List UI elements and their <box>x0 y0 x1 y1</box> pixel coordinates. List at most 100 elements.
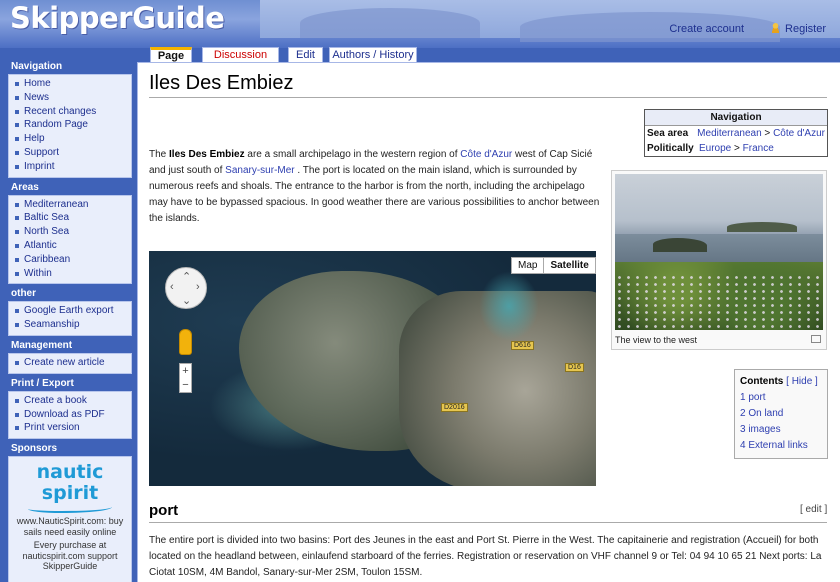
portlet-other: other Google Earth export Seamanship <box>8 284 132 336</box>
cote-dazur-link[interactable]: Côte d'Azur <box>773 128 825 139</box>
infobox-label: Sea area <box>647 128 689 139</box>
mediterranean-link[interactable]: Mediterranean <box>697 128 761 139</box>
thumb-caption: The view to the west <box>615 335 823 345</box>
toc-item-images[interactable]: 3 images <box>740 424 781 435</box>
sidebar-item-google-earth-export[interactable]: Google Earth export <box>15 304 131 318</box>
pan-down-icon[interactable]: ⌄ <box>182 294 191 307</box>
intro-paragraph: The Iles Des Embiez are a small archipel… <box>149 147 604 227</box>
portlet-management: Management Create new article <box>8 336 132 374</box>
infobox-label: Politically <box>647 143 694 154</box>
toc-header: Contents [ Hide ] <box>740 374 822 390</box>
france-link[interactable]: France <box>743 143 774 154</box>
sponsor-logo-swoosh <box>28 503 112 514</box>
sidebar-item-news[interactable]: News <box>15 91 131 105</box>
sidebar-item-imprint[interactable]: Imprint <box>15 160 131 174</box>
site-logo[interactable]: SkipperGuide <box>10 1 225 35</box>
road-label: D2016 <box>441 403 468 412</box>
europe-link[interactable]: Europe <box>699 143 731 154</box>
zoom-control: + − <box>179 363 192 393</box>
sidebar-item-download-pdf[interactable]: Download as PDF <box>15 408 131 422</box>
map-type-satellite-button[interactable]: Satellite <box>543 258 594 273</box>
map-type-control: Map Satellite <box>511 257 596 274</box>
sidebar-item-baltic-sea[interactable]: Baltic Sea <box>15 211 131 225</box>
header-hill <box>300 8 480 38</box>
tab-history[interactable]: Authors / History <box>329 47 417 63</box>
sidebar-item-home[interactable]: Home <box>15 77 131 91</box>
register-link[interactable]: Register <box>770 22 826 35</box>
cote-dazur-text-link[interactable]: Côte d'Azur <box>460 149 512 160</box>
sponsor-note: Every purchase at nauticspirit.com suppo… <box>22 540 118 572</box>
sidebar-item-print-version[interactable]: Print version <box>15 421 131 435</box>
sidebar-item-mediterranean[interactable]: Mediterranean <box>15 198 131 212</box>
sidebar-item-create-book[interactable]: Create a book <box>15 394 131 408</box>
create-account-link[interactable]: Create account <box>669 23 744 35</box>
port-paragraph: The entire port is divided into two basi… <box>149 535 822 578</box>
road-label: D16 <box>565 363 584 372</box>
tab-page[interactable]: Page <box>150 47 192 63</box>
sidebar-item-seamanship[interactable]: Seamanship <box>15 318 131 332</box>
portlet-title: Management <box>11 339 73 351</box>
page-title: Iles Des Embiez <box>149 72 294 94</box>
portlet-navigation: Navigation Home News Recent changes Rand… <box>8 57 132 178</box>
sidebar-item-recent-changes[interactable]: Recent changes <box>15 105 131 119</box>
user-icon <box>770 22 782 33</box>
section-heading-port: port <box>149 502 179 519</box>
sidebar-item-caribbean[interactable]: Caribbean <box>15 253 131 267</box>
table-of-contents: Contents [ Hide ] 1 port 2 On land 3 ima… <box>734 369 828 459</box>
title-divider <box>149 97 827 98</box>
caption-text: The view to the west <box>615 335 698 345</box>
toc-item-on-land[interactable]: 2 On land <box>740 408 783 419</box>
sponsor-logo-text: spirit <box>41 482 99 505</box>
tab-edit[interactable]: Edit <box>288 47 323 63</box>
sidebar-item-north-sea[interactable]: North Sea <box>15 225 131 239</box>
photo-island <box>653 238 707 252</box>
portlet-sponsors: Sponsors nautic spirit www.NauticSpirit.… <box>8 439 132 582</box>
infobox-header: Navigation <box>645 110 827 126</box>
zoom-out-button[interactable]: − <box>180 378 191 392</box>
photo-flowers <box>615 274 823 330</box>
enlarge-icon[interactable] <box>811 335 821 343</box>
sidebar-item-support[interactable]: Support <box>15 146 131 160</box>
portlet-title: other <box>11 288 36 300</box>
toc-item-port[interactable]: 1 port <box>740 392 766 403</box>
toc-item-external-links[interactable]: 4 External links <box>740 440 808 451</box>
sidebar: Navigation Home News Recent changes Rand… <box>0 48 136 582</box>
bracket: ] <box>812 376 818 387</box>
toc-hide-link[interactable]: Hide <box>792 376 813 387</box>
sanary-link[interactable]: Sanary-sur-Mer <box>225 165 294 176</box>
breadcrumb-separator: > <box>761 128 774 139</box>
user-links: Create account Register <box>669 22 826 35</box>
satellite-map[interactable]: Map Satellite ⌃ ⌄ ‹ › + − D616 D16 D2016 <box>149 251 596 486</box>
pan-up-icon[interactable]: ⌃ <box>182 270 191 283</box>
sidebar-item-help[interactable]: Help <box>15 132 131 146</box>
pan-left-icon[interactable]: ‹ <box>170 281 174 293</box>
breadcrumb-separator: > <box>731 143 743 154</box>
sponsor-banner[interactable]: nautic spirit www.NauticSpirit.com: buy … <box>8 456 132 582</box>
pan-control[interactable]: ⌃ ⌄ ‹ › <box>165 267 207 309</box>
section-edit-link[interactable]: [ edit ] <box>800 504 827 515</box>
text-span: are a small archipelago in the western r… <box>244 149 461 160</box>
portlet-title: Navigation <box>11 61 63 72</box>
map-type-map-button[interactable]: Map <box>512 258 543 273</box>
tab-discussion[interactable]: Discussion <box>202 47 279 63</box>
portlet-print: Print / Export Create a book Download as… <box>8 374 132 440</box>
sidebar-item-random-page[interactable]: Random Page <box>15 118 131 132</box>
content-area: Iles Des Embiez Navigation Sea area Medi… <box>137 62 840 582</box>
sidebar-item-atlantic[interactable]: Atlantic <box>15 239 131 253</box>
pan-right-icon[interactable]: › <box>196 281 200 293</box>
bracket: [ <box>783 376 792 387</box>
photo-island <box>727 222 797 232</box>
sidebar-item-create-article[interactable]: Create new article <box>15 356 131 370</box>
portlet-title: Sponsors <box>11 443 58 455</box>
coast-photo[interactable] <box>615 174 823 330</box>
text-span: The <box>149 149 170 160</box>
sidebar-item-within[interactable]: Within <box>15 267 131 281</box>
portlet-title: Areas <box>11 181 39 193</box>
street-view-pegman-icon[interactable] <box>179 329 192 355</box>
zoom-in-button[interactable]: + <box>180 364 191 378</box>
site-header: SkipperGuide Create account Register <box>0 0 840 48</box>
photo-thumbnail: The view to the west <box>611 170 827 350</box>
bold-term: Iles Des Embiez <box>169 149 245 160</box>
sponsor-logo-text: nautic <box>36 461 104 484</box>
infobox-row-sea-area: Sea area Mediterranean > Côte d'Azur <box>645 126 827 141</box>
